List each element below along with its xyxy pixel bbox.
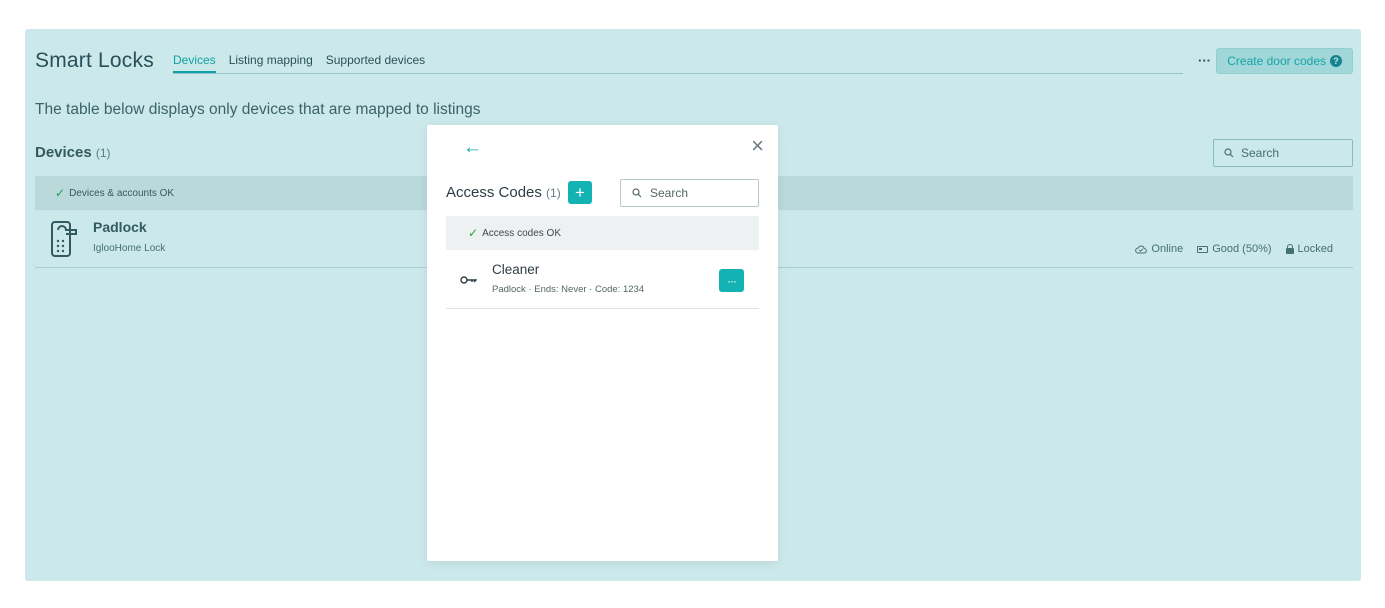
access-code-name: Cleaner	[492, 262, 540, 277]
access-codes-modal: ← × Access Codes (1) + Search ✓ Access c…	[427, 125, 778, 561]
access-codes-title: Access Codes	[446, 184, 542, 201]
access-codes-heading: Access Codes (1)	[446, 184, 561, 201]
check-icon: ✓	[468, 226, 479, 240]
add-access-code-button[interactable]: +	[568, 181, 592, 204]
close-icon[interactable]: ×	[751, 133, 764, 159]
access-code-details: Padlock · Ends: Never · Code: 1234	[492, 284, 645, 295]
access-codes-status-bar: ✓ Access codes OK	[446, 216, 759, 250]
access-code-row[interactable]: Cleaner Padlock · Ends: Never · Code: 12…	[446, 251, 759, 309]
key-icon	[460, 276, 477, 284]
arrow-left-icon[interactable]: ←	[463, 137, 482, 159]
access-codes-search-input[interactable]: Search	[620, 179, 759, 207]
access-codes-status-text: Access codes OK	[482, 227, 561, 239]
access-code-actions-button[interactable]: ···	[719, 269, 744, 292]
access-codes-search-placeholder: Search	[650, 186, 689, 200]
access-codes-count: (1)	[546, 186, 561, 200]
search-icon	[632, 188, 642, 198]
